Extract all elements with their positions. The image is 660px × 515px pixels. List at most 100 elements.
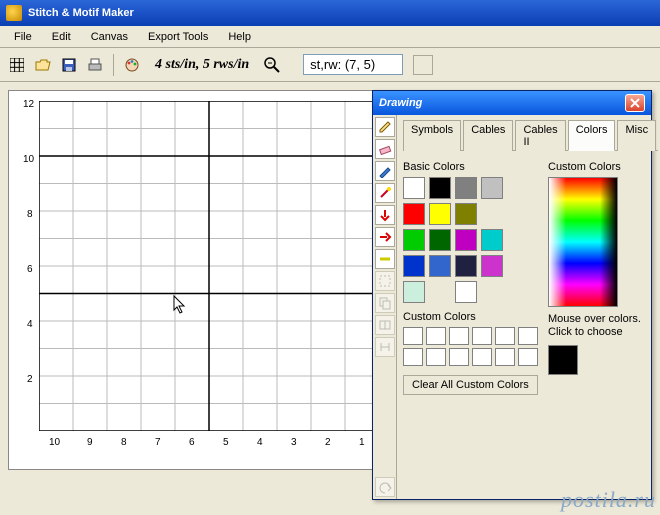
x-tick: 4 — [257, 437, 263, 448]
y-tick: 12 — [23, 99, 34, 110]
color-swatch[interactable] — [403, 203, 425, 225]
custom-color-slot[interactable] — [495, 327, 515, 345]
drawing-panel-main: Symbols Cables Cables II Colors Misc Bas… — [397, 115, 660, 499]
grid-icon[interactable] — [6, 54, 28, 76]
zoom-icon[interactable] — [261, 54, 283, 76]
toolbar: 4 sts/in, 5 rws/in st,rw: (7, 5) — [0, 48, 660, 82]
color-swatch[interactable] — [455, 229, 477, 251]
drawing-panel-title: Drawing — [379, 97, 422, 109]
canvas-area[interactable]: 12 10 8 6 4 2 11 9 7 5 10 9 8 7 6 5 4 3 … — [8, 90, 398, 470]
color-swatch[interactable] — [455, 255, 477, 277]
custom-color-slot[interactable] — [403, 348, 423, 366]
undo-icon — [375, 477, 395, 497]
custom-color-slot[interactable] — [449, 327, 469, 345]
color-swatch[interactable] — [429, 177, 451, 199]
tab-cables[interactable]: Cables — [463, 120, 513, 151]
tab-cables-ii[interactable]: Cables II — [515, 120, 565, 151]
color-swatch[interactable] — [403, 177, 425, 199]
drawing-tabs: Symbols Cables Cables II Colors Misc — [403, 119, 658, 151]
y-tick: 8 — [27, 209, 33, 220]
custom-color-slot[interactable] — [518, 348, 538, 366]
canvas-grid[interactable] — [39, 101, 379, 431]
close-icon[interactable] — [625, 94, 645, 112]
drawing-panel: Drawing Symbols Cables Cables II — [372, 90, 652, 500]
color-swatch[interactable] — [429, 255, 451, 277]
title-bar: Stitch & Motif Maker — [0, 0, 660, 26]
color-swatch[interactable] — [429, 203, 451, 225]
color-swatch[interactable] — [403, 255, 425, 277]
menu-bar: File Edit Canvas Export Tools Help — [0, 26, 660, 48]
custom-colors-header: Custom Colors — [548, 161, 658, 173]
custom-colors-grid — [403, 327, 538, 366]
x-tick: 3 — [291, 437, 297, 448]
copy-icon — [375, 293, 395, 313]
coordinate-display: st,rw: (7, 5) — [303, 54, 403, 75]
custom-color-slot[interactable] — [449, 348, 469, 366]
color-swatch[interactable] — [481, 255, 503, 277]
color-swatch[interactable] — [455, 177, 477, 199]
mirror-icon — [375, 337, 395, 357]
drawing-panel-title-bar[interactable]: Drawing — [373, 91, 651, 115]
x-tick: 2 — [325, 437, 331, 448]
arrow-down-icon[interactable] — [375, 205, 395, 225]
drawing-tool-strip — [373, 115, 397, 499]
y-tick: 10 — [23, 154, 34, 165]
palette-icon[interactable] — [121, 54, 143, 76]
line-icon[interactable] — [375, 249, 395, 269]
y-tick: 2 — [27, 374, 33, 385]
spectrum-hint: Mouse over colors. Click to choose — [548, 313, 658, 339]
basic-colors-grid — [403, 177, 538, 303]
menu-edit[interactable]: Edit — [42, 28, 81, 46]
x-tick: 7 — [155, 437, 161, 448]
select-icon — [375, 271, 395, 291]
chosen-color-swatch — [548, 345, 578, 375]
x-tick: 9 — [87, 437, 93, 448]
color-swatch[interactable] — [455, 281, 477, 303]
print-icon[interactable] — [84, 54, 106, 76]
custom-color-slot[interactable] — [495, 348, 515, 366]
clear-custom-colors-button[interactable]: Clear All Custom Colors — [403, 375, 538, 395]
custom-color-slot[interactable] — [472, 327, 492, 345]
color-swatch[interactable] — [455, 203, 477, 225]
eraser-icon[interactable] — [375, 139, 395, 159]
tab-misc[interactable]: Misc — [617, 120, 656, 151]
menu-export-tools[interactable]: Export Tools — [138, 28, 218, 46]
menu-help[interactable]: Help — [218, 28, 261, 46]
y-tick: 6 — [27, 264, 33, 275]
color-swatch[interactable] — [403, 281, 425, 303]
app-title: Stitch & Motif Maker — [28, 7, 134, 19]
save-icon[interactable] — [58, 54, 80, 76]
custom-color-slot[interactable] — [518, 327, 538, 345]
menu-canvas[interactable]: Canvas — [81, 28, 138, 46]
custom-color-slot[interactable] — [403, 327, 423, 345]
custom-color-slot[interactable] — [472, 348, 492, 366]
arrow-right-icon[interactable] — [375, 227, 395, 247]
app-icon — [6, 5, 22, 21]
x-tick: 8 — [121, 437, 127, 448]
color-swatch[interactable] — [481, 177, 503, 199]
brush-icon[interactable] — [375, 161, 395, 181]
color-preview-box — [413, 55, 433, 75]
toolbar-separator — [113, 54, 114, 76]
custom-colors-label: Custom Colors — [403, 311, 538, 323]
x-tick: 6 — [189, 437, 195, 448]
dup-icon — [375, 315, 395, 335]
custom-color-slot[interactable] — [426, 348, 446, 366]
y-tick: 4 — [27, 319, 33, 330]
tab-colors[interactable]: Colors — [568, 120, 616, 151]
tab-symbols[interactable]: Symbols — [403, 120, 461, 151]
menu-file[interactable]: File — [4, 28, 42, 46]
x-tick: 1 — [359, 437, 365, 448]
color-swatch[interactable] — [403, 229, 425, 251]
pencil-icon[interactable] — [375, 117, 395, 137]
gauge-text: 4 sts/in, 5 rws/in — [147, 57, 257, 73]
wand-icon[interactable] — [375, 183, 395, 203]
open-icon[interactable] — [32, 54, 54, 76]
x-tick: 10 — [49, 437, 60, 448]
custom-color-slot[interactable] — [426, 327, 446, 345]
x-tick: 5 — [223, 437, 229, 448]
color-spectrum[interactable] — [548, 177, 618, 307]
color-swatch[interactable] — [481, 229, 503, 251]
basic-colors-label: Basic Colors — [403, 161, 538, 173]
color-swatch[interactable] — [429, 229, 451, 251]
